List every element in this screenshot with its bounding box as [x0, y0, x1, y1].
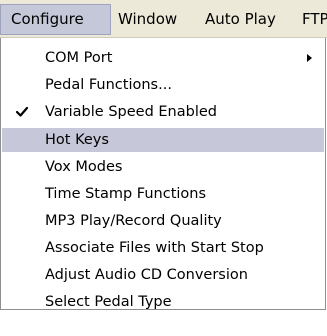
menu-item-com-port[interactable]: COM Port [2, 46, 324, 70]
menu-item-select-pedal-type[interactable]: Select Pedal Type [2, 290, 324, 314]
menu-item-label: Associate Files with Start Stop [45, 240, 264, 256]
menu-item-label: Select Pedal Type [45, 294, 172, 310]
configure-dropdown-menu: COM Port Pedal Functions... Variable Spe… [0, 38, 326, 310]
menu-item-vox-modes[interactable]: Vox Modes [2, 155, 324, 179]
menu-configure[interactable]: Configure [0, 4, 111, 35]
menu-item-label: Hot Keys [45, 132, 109, 148]
menu-item-time-stamp-functions[interactable]: Time Stamp Functions [2, 182, 324, 206]
checkmark-icon [15, 106, 29, 117]
menu-window-label: Window [118, 10, 178, 28]
menu-item-label: Adjust Audio CD Conversion [45, 267, 248, 283]
menu-auto-play[interactable]: Auto Play [205, 4, 276, 35]
application-window: Configure Window Auto Play FTP COM Port … [0, 0, 327, 336]
menu-configure-label: Configure [11, 10, 84, 28]
menu-item-label: Vox Modes [45, 159, 123, 175]
menu-item-pedal-functions[interactable]: Pedal Functions... [2, 73, 324, 97]
menu-item-mp3-play-record-quality[interactable]: MP3 Play/Record Quality [2, 209, 324, 233]
menu-item-associate-files[interactable]: Associate Files with Start Stop [2, 236, 324, 260]
menu-item-variable-speed-enabled[interactable]: Variable Speed Enabled [2, 100, 324, 124]
menu-item-label: COM Port [45, 50, 113, 66]
menu-item-adjust-audio-cd-conversion[interactable]: Adjust Audio CD Conversion [2, 263, 324, 287]
menu-window[interactable]: Window [118, 4, 177, 35]
menu-auto-play-label: Auto Play [205, 10, 276, 28]
menu-item-hot-keys[interactable]: Hot Keys [2, 128, 324, 152]
menu-item-label: Time Stamp Functions [45, 186, 207, 202]
menu-item-label: MP3 Play/Record Quality [45, 213, 222, 229]
menu-bar: Configure Window Auto Play FTP [0, 0, 327, 38]
submenu-arrow-icon [307, 54, 312, 62]
menu-item-label: Pedal Functions... [45, 77, 172, 93]
menu-ftp[interactable]: FTP [302, 4, 327, 35]
menu-ftp-label: FTP [302, 10, 327, 28]
menu-item-label: Variable Speed Enabled [45, 104, 217, 120]
